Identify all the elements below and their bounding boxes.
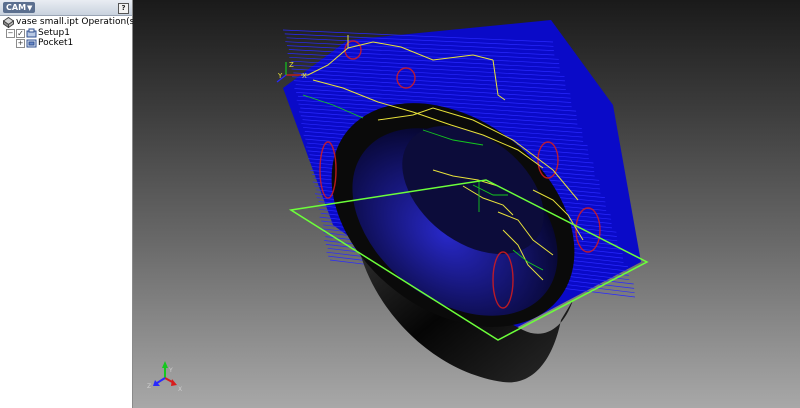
tree-root-operations[interactable]: vase small.ipt Operation(s) [3,17,138,28]
triad-y-label: Y [168,367,173,374]
3d-graphics-viewport[interactable]: Y Z X Y X Z [133,0,800,408]
triad-x-label: X [178,386,182,393]
collapse-toggle-icon[interactable]: − [6,29,15,38]
triad-small-z-label: Z [289,61,294,69]
triad-z-label: Z [147,383,151,390]
viewport-canvas[interactable]: Y Z X Y X Z [133,0,800,408]
tree-root-label: vase small.ipt Operation(s) [16,17,138,27]
pocket-operation-icon [26,39,37,48]
setup-origin-triad: Y Z X [276,61,307,83]
cam-panel-title: CAM [6,3,27,12]
expand-toggle-icon[interactable]: + [16,39,25,48]
triad-small-x-label: X [302,72,307,80]
setup-checkbox[interactable]: ✓ [16,29,25,38]
pocket1-label: Pocket1 [38,38,74,48]
panel-header: CAM▼ ? [0,0,132,16]
cam-panel-menu[interactable]: CAM▼ [3,2,36,13]
view-cube-triad[interactable]: Y X Z [147,361,182,393]
tree-item-pocket1[interactable]: + Pocket1 [3,38,131,49]
cam-browser-panel: CAM▼ ? vase small.ipt Operation(s) − ✓ S… [0,0,138,408]
operations-root-icon [3,17,14,28]
help-button[interactable]: ? [118,3,129,14]
chevron-down-icon: ▼ [27,4,33,12]
triad-small-y-label: Y [277,72,283,80]
